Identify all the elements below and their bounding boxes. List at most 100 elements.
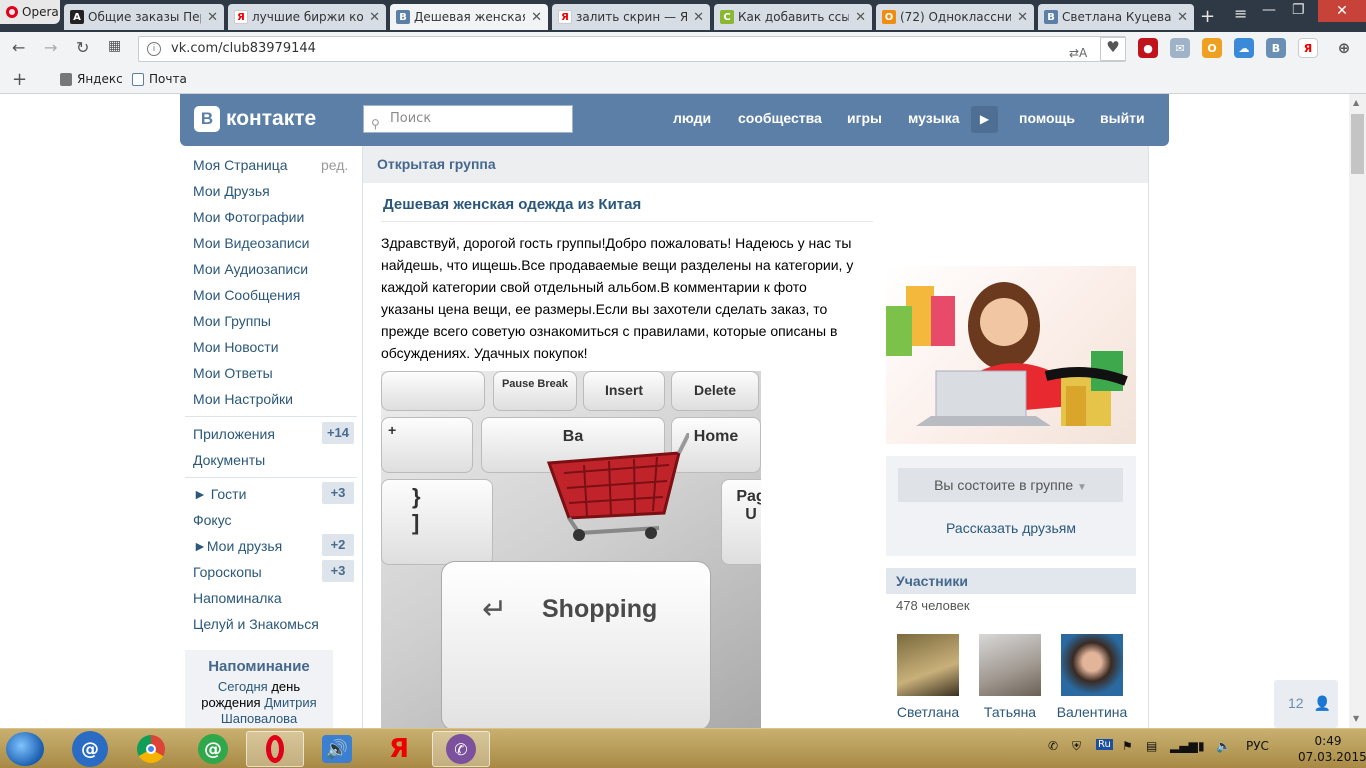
vk-extension-icon[interactable]: В	[1266, 38, 1286, 58]
tab-close-icon[interactable]: ✕	[855, 10, 866, 25]
tab-menu-icon[interactable]: ≡	[1234, 4, 1247, 23]
tab-close-icon[interactable]: ✕	[693, 10, 704, 25]
bookmark-heart-icon[interactable]: ♥	[1100, 37, 1126, 61]
menu-horoscopes[interactable]: Гороскопы	[193, 564, 262, 580]
icq-agent-icon[interactable]: @	[190, 731, 236, 767]
members-header[interactable]: Участники	[886, 568, 1136, 594]
member-name-1[interactable]: Светлана	[887, 704, 969, 720]
volume-tray-icon[interactable]: 🔈	[1216, 739, 1231, 753]
tab-4[interactable]: Я залить скрин — Ян ✕	[552, 4, 710, 30]
online-friends-badge[interactable]: 12 👤	[1274, 680, 1338, 728]
nav-communities[interactable]: сообщества	[738, 110, 822, 126]
language-indicator[interactable]: Ru	[1096, 739, 1113, 750]
add-bookmark-icon[interactable]: +	[12, 69, 27, 90]
member-name-3[interactable]: Валентина	[1051, 704, 1133, 720]
menu-my-settings[interactable]: Мои Настройки	[193, 391, 293, 407]
bookmark-mail[interactable]: Почта	[132, 72, 187, 86]
horoscopes-count-badge[interactable]: +3	[322, 560, 354, 582]
tab-5[interactable]: C Как добавить ссыл ✕	[714, 4, 872, 30]
tell-friends-link[interactable]: Рассказать друзьям	[886, 520, 1136, 536]
nav-people[interactable]: люди	[673, 110, 711, 126]
input-language[interactable]: РУС	[1246, 739, 1269, 753]
viber-icon[interactable]: ✆	[432, 731, 490, 767]
nav-help[interactable]: помощь	[1019, 110, 1075, 126]
opera-taskbar-icon[interactable]	[246, 731, 304, 767]
menu-my-photos[interactable]: Мои Фотографии	[193, 209, 304, 225]
opera-menu-button[interactable]: Opera	[0, 0, 60, 24]
reload-icon[interactable]: ↻	[76, 38, 89, 57]
nav-music[interactable]: музыка	[908, 110, 959, 126]
security-tray-icon[interactable]: ⛨	[1072, 739, 1081, 754]
menu-my-audio[interactable]: Мои Аудиозаписи	[193, 261, 308, 277]
reminder-today-link[interactable]: Сегодня	[218, 679, 268, 694]
back-icon[interactable]: ←	[12, 38, 25, 57]
mail-agent-icon[interactable]: @	[72, 731, 108, 767]
site-info-icon[interactable]: i	[147, 42, 161, 56]
nav-logout[interactable]: выйти	[1100, 110, 1145, 126]
tab-2[interactable]: Я лучшие биржи коп ✕	[228, 4, 386, 30]
start-button[interactable]	[6, 732, 44, 766]
translate-icon[interactable]: ⇄A	[1069, 41, 1087, 65]
system-clock[interactable]: 0:49 07.03.2015	[1298, 733, 1366, 765]
keyboard-tray-icon[interactable]: ▤	[1146, 739, 1157, 753]
yandex-browser-icon[interactable]: Я	[376, 731, 422, 767]
sound-app-icon[interactable]: 🔊	[314, 731, 360, 767]
cloud-extension-icon[interactable]: ☁	[1234, 38, 1254, 58]
mail-extension-icon[interactable]: ✉	[1170, 38, 1190, 58]
odnoklassniki-extension-icon[interactable]: О	[1202, 38, 1222, 58]
tab-7[interactable]: В Светлана Куцева ✕	[1038, 4, 1194, 30]
membership-dropdown-button[interactable]: Вы состоите в группе ▼	[898, 468, 1123, 502]
tab-close-icon[interactable]: ✕	[531, 10, 542, 25]
speed-dial-icon[interactable]: ▦	[108, 38, 121, 54]
menu-apps[interactable]: Приложения	[193, 426, 275, 442]
group-cover-image[interactable]: Pause Break Insert Delete + Ba Home }] P…	[381, 371, 761, 728]
yandex-extension-icon[interactable]: Я	[1298, 38, 1318, 58]
menu-edit-link[interactable]: ред.	[321, 157, 348, 173]
scroll-thumb[interactable]	[1351, 114, 1364, 174]
adblock-extension-icon[interactable]: ●	[1138, 38, 1158, 58]
close-window-button[interactable]: ✕	[1318, 0, 1366, 22]
scroll-down-icon[interactable]: ▼	[1353, 714, 1359, 723]
search-input[interactable]: ⚲ Поиск	[363, 105, 573, 133]
tab-close-icon[interactable]: ✕	[369, 10, 380, 25]
tab-3-active[interactable]: В Дешевая женская о ✕	[390, 4, 548, 30]
menu-my-page[interactable]: Моя Страница	[193, 157, 288, 173]
forward-icon[interactable]: →	[44, 38, 57, 57]
minimize-icon[interactable]: —	[1262, 2, 1276, 18]
apps-count-badge[interactable]: +14	[322, 422, 354, 444]
menu-my-videos[interactable]: Мои Видеозаписи	[193, 235, 309, 251]
menu-my-messages[interactable]: Мои Сообщения	[193, 287, 300, 303]
bookmark-yandex[interactable]: Яндекс	[60, 72, 123, 86]
menu-guests[interactable]: ► Гости	[193, 486, 246, 502]
vk-logo[interactable]: В контакте	[194, 106, 316, 132]
member-avatar-3[interactable]	[1061, 634, 1123, 696]
menu-my-answers[interactable]: Мои Ответы	[193, 365, 273, 381]
tab-close-icon[interactable]: ✕	[1017, 10, 1028, 25]
play-icon[interactable]: ▶	[971, 106, 998, 133]
menu-kiss-app[interactable]: Целуй и Знакомься	[193, 616, 319, 632]
menu-my-news[interactable]: Мои Новости	[193, 339, 279, 355]
battery-tray-icon[interactable]: ▮	[1198, 739, 1205, 753]
menu-my-friends[interactable]: Мои Друзья	[193, 183, 270, 199]
guests-count-badge[interactable]: +3	[322, 482, 354, 504]
tab-close-icon[interactable]: ✕	[1177, 10, 1188, 25]
new-tab-button[interactable]: +	[1200, 6, 1215, 27]
tab-close-icon[interactable]: ✕	[207, 10, 218, 25]
viber-tray-icon[interactable]: ✆	[1048, 739, 1058, 753]
friends-app-count-badge[interactable]: +2	[322, 534, 354, 556]
members-count[interactable]: 478 человек	[896, 598, 970, 613]
page-scrollbar[interactable]: ▲ ▼	[1349, 94, 1366, 728]
address-bar[interactable]: i vk.com/club83979144 ⇄A	[138, 36, 1126, 62]
member-name-2[interactable]: Татьяна	[969, 704, 1051, 720]
tab-6[interactable]: О (72) Одноклассник ✕	[876, 4, 1034, 30]
restore-icon[interactable]: ❐	[1292, 2, 1305, 18]
member-avatar-1[interactable]	[897, 634, 959, 696]
member-avatar-2[interactable]	[979, 634, 1041, 696]
network-tray-icon[interactable]: ▂▄▆	[1170, 739, 1198, 753]
menu-my-friends-app[interactable]: ►Мои друзья	[193, 538, 282, 554]
flag-tray-icon[interactable]: ⚑	[1122, 739, 1133, 753]
menu-focus[interactable]: Фокус	[193, 512, 232, 528]
menu-reminder-app[interactable]: Напоминалка	[193, 590, 282, 606]
tab-1[interactable]: A Общие заказы Пер ✕	[64, 4, 224, 30]
scroll-up-icon[interactable]: ▲	[1353, 98, 1359, 107]
